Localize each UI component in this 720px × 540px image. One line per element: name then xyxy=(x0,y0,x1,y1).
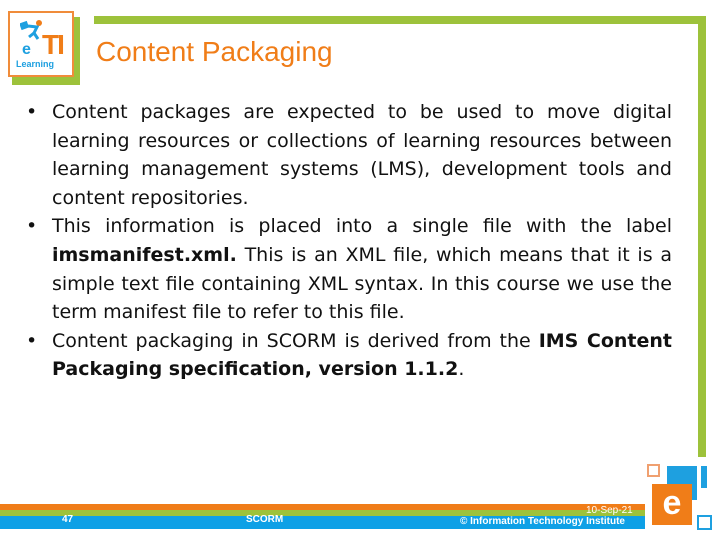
slide-title: Content Packaging xyxy=(96,36,333,67)
bullet-1-text: Content packages are expected to be used… xyxy=(52,101,672,209)
iti-elearning-logo: TI e Learning xyxy=(8,11,74,77)
corner-square-outline-orange xyxy=(647,464,660,477)
logo-e-text: e xyxy=(22,41,31,58)
footer-date: 10-Sep-21 xyxy=(586,505,633,516)
bullet-2: This information is placed into a single… xyxy=(22,212,672,326)
corner-bar-blue xyxy=(701,466,707,488)
slide-number: 47 xyxy=(62,514,74,525)
frame-right-line xyxy=(698,16,706,457)
bullet-2-text-a: This information is placed into a single… xyxy=(52,215,672,238)
bullet-3-text-b: . xyxy=(458,358,465,381)
footer-section: SCORM xyxy=(246,514,284,525)
bullet-1: Content packages are expected to be used… xyxy=(22,98,672,212)
corner-e-logo-icon: e xyxy=(652,484,692,525)
logo-ti-text: TI xyxy=(42,29,65,60)
footer-copyright: © Information Technology Institute xyxy=(460,516,625,527)
bullet-2-filename: imsmanifest.xml. xyxy=(52,243,237,266)
slide-content: Content packages are expected to be used… xyxy=(22,98,672,384)
bullet-3-text-a: Content packaging in SCORM is derived fr… xyxy=(52,329,539,352)
frame-top-line xyxy=(94,16,706,24)
bullet-3: Content packaging in SCORM is derived fr… xyxy=(22,327,672,384)
corner-square-outline-blue xyxy=(697,515,712,530)
logo-learning-text: Learning xyxy=(16,59,55,69)
